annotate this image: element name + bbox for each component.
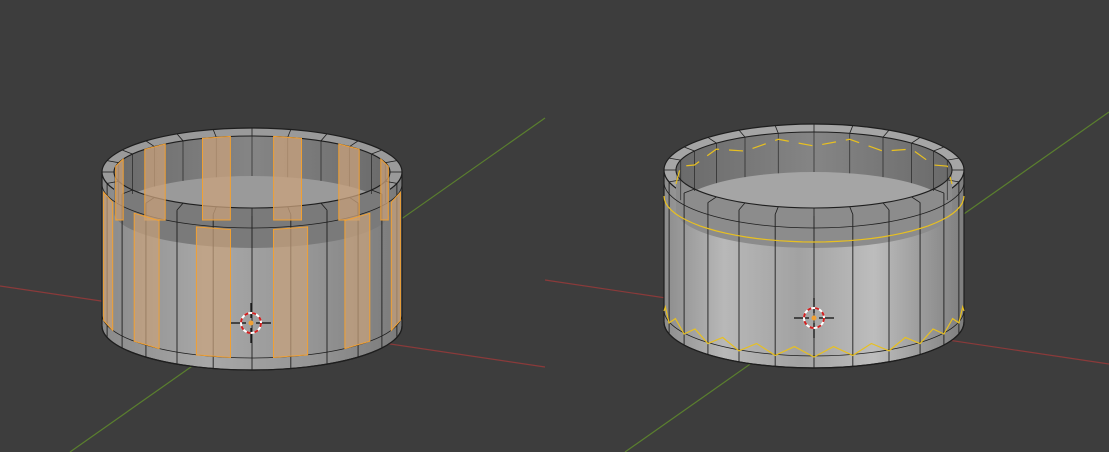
selected-outer-face bbox=[390, 191, 401, 332]
viewport-3d[interactable] bbox=[0, 0, 1109, 452]
right-view[interactable] bbox=[544, 111, 1109, 452]
selected-outer-face bbox=[103, 191, 114, 332]
scene-canvas[interactable] bbox=[0, 0, 1109, 452]
origin-dot bbox=[811, 315, 817, 321]
left-view[interactable] bbox=[0, 117, 546, 452]
selected-inner-face bbox=[144, 143, 166, 221]
selected-outer-face bbox=[344, 212, 371, 350]
selected-outer-face bbox=[133, 212, 160, 350]
selected-inner-face bbox=[338, 143, 360, 221]
selected-inner-face bbox=[202, 135, 231, 221]
selected-outer-face bbox=[273, 226, 309, 359]
selected-inner-face bbox=[273, 135, 302, 221]
selected-outer-face bbox=[195, 226, 231, 359]
selected-inner-face bbox=[380, 157, 389, 221]
selected-inner-face bbox=[115, 157, 124, 221]
origin-dot bbox=[248, 320, 254, 326]
